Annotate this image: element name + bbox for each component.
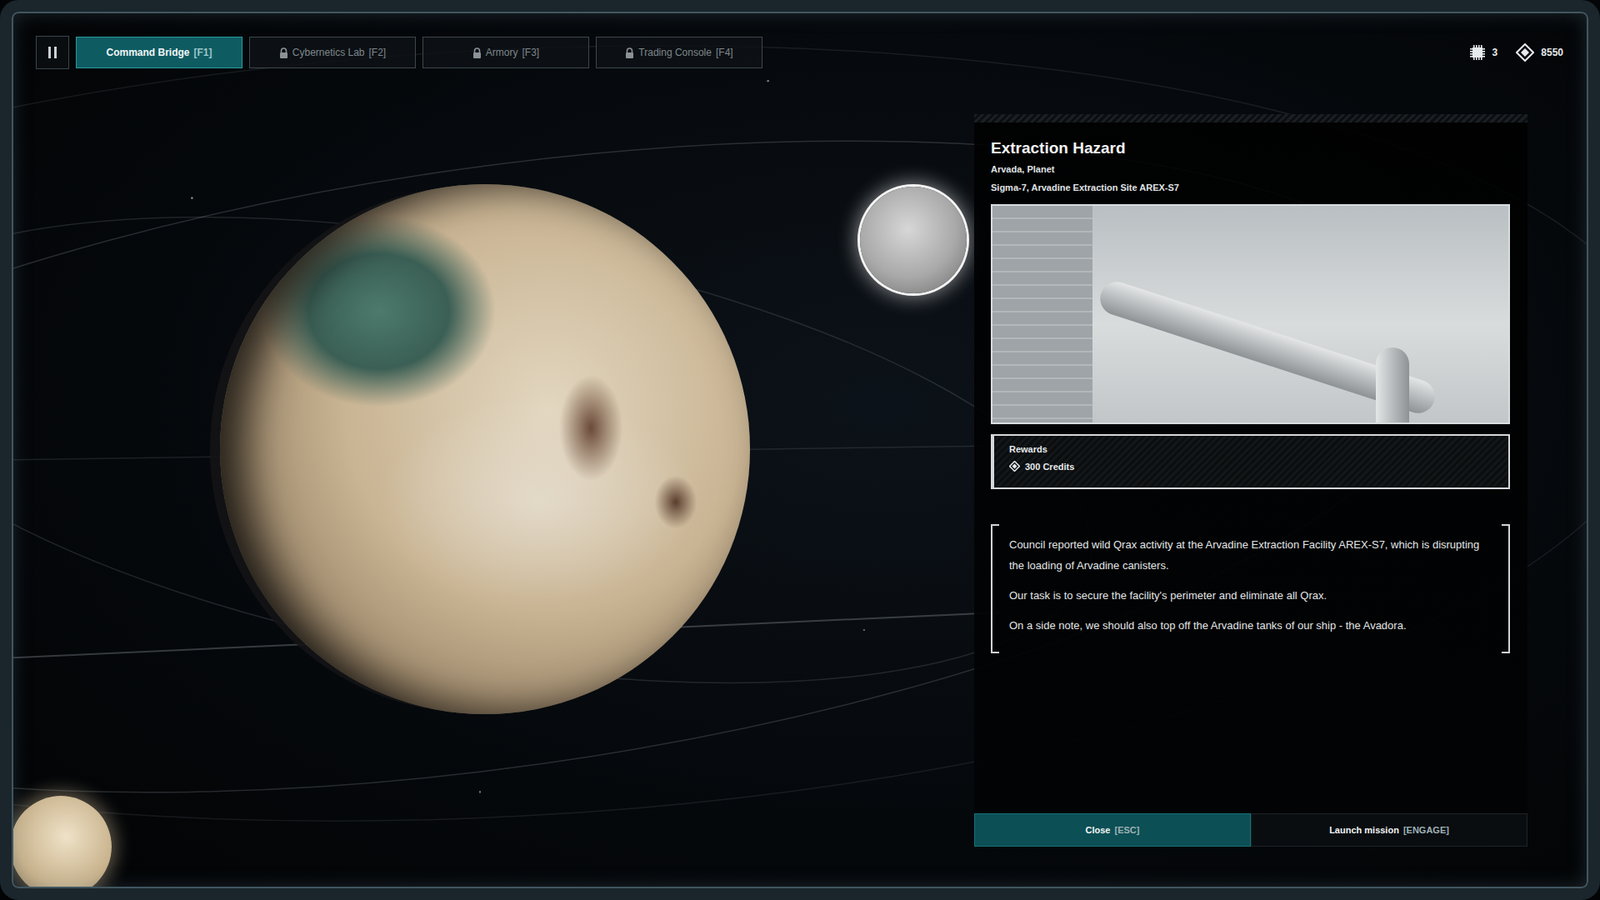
panel-header-strip — [974, 114, 1528, 123]
mission-description: Council reported wild Qrax activity at t… — [990, 524, 1510, 654]
nav-tab[interactable]: Cybernetics Lab [F2] — [249, 36, 416, 69]
pause-button[interactable] — [35, 35, 70, 70]
distant-planet[interactable] — [10, 795, 112, 898]
lock-icon — [279, 47, 289, 59]
moon[interactable] — [860, 186, 967, 294]
game-screen: Command Bridge [F1] Cybernetics Lab [F2]… — [0, 0, 1600, 900]
rewards-label: Rewards — [1009, 444, 1494, 455]
action-button[interactable]: Launch mission [ENGAGE] — [1250, 813, 1528, 847]
planet-arvada[interactable] — [220, 184, 750, 715]
description-paragraph: Council reported wild Qrax activity at t… — [1009, 534, 1492, 576]
mission-title: Extraction Hazard — [990, 139, 1510, 158]
rewards-box: Rewards 300 Credits — [990, 434, 1510, 490]
credit-icon — [1009, 460, 1020, 472]
lock-icon — [472, 47, 482, 59]
mission-actions: Close [ESC]Launch mission [ENGAGE] — [974, 813, 1528, 847]
mission-site: Sigma-7, Arvadine Extraction Site AREX-S… — [990, 182, 1510, 193]
nav-tab[interactable]: Trading Console [F4] — [595, 36, 763, 69]
resources: 3 8550 — [1469, 43, 1567, 62]
lock-icon — [625, 47, 635, 59]
top-bar: Command Bridge [F1] Cybernetics Lab [F2]… — [35, 35, 1567, 70]
description-paragraph: On a side note, we should also top off t… — [1009, 615, 1492, 636]
resource-counter: 3 — [1469, 44, 1499, 61]
action-button[interactable]: Close [ESC] — [974, 813, 1251, 847]
resource-counter: 8550 — [1515, 43, 1564, 62]
credit-icon — [1515, 43, 1535, 62]
mission-preview-image — [990, 204, 1510, 425]
reward-item: 300 Credits — [1009, 460, 1494, 472]
description-paragraph: Our task is to secure the facility's per… — [1009, 585, 1492, 606]
mission-location: Arvada, Planet — [990, 164, 1510, 175]
nav-tab[interactable]: Command Bridge [F1] — [75, 36, 243, 69]
pause-icon — [46, 45, 59, 60]
nav-tab[interactable]: Armory [F3] — [422, 36, 590, 69]
mission-panel: Extraction Hazard Arvada, Planet Sigma-7… — [974, 114, 1528, 847]
chip-icon — [1469, 44, 1486, 61]
